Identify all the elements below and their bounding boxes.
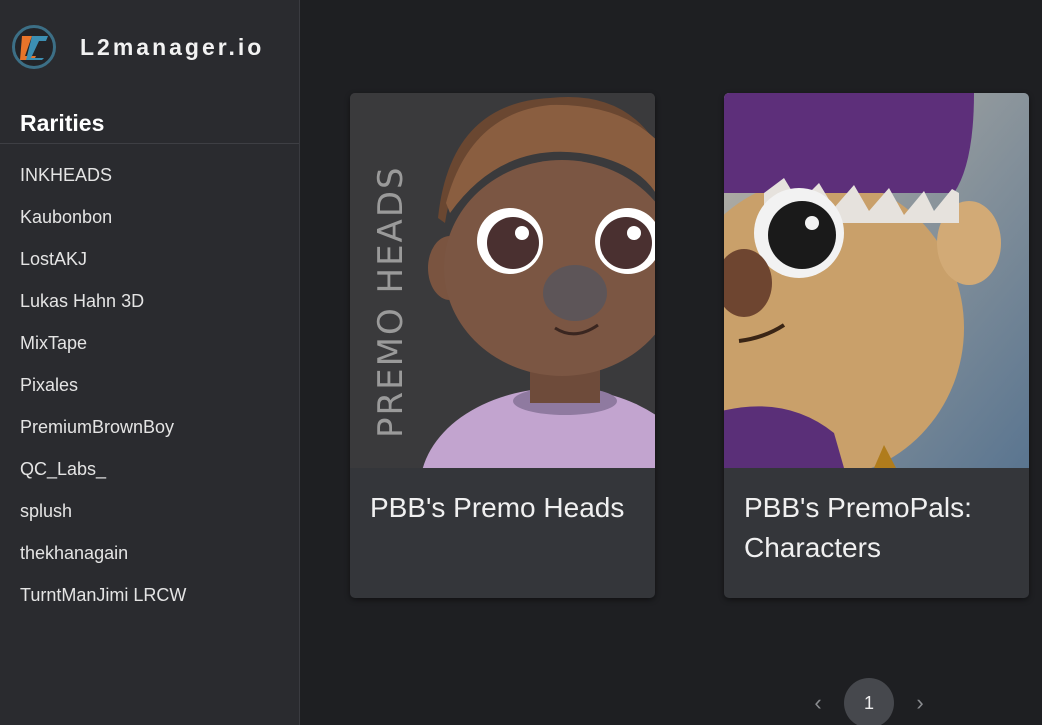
sidebar-item-pixales[interactable]: Pixales xyxy=(0,364,299,406)
sidebar-item-premiumbrownboy[interactable]: PremiumBrownBoy xyxy=(0,406,299,448)
sidebar-item-lukas-hahn-3d[interactable]: Lukas Hahn 3D xyxy=(0,280,299,322)
chevron-right-icon[interactable]: › xyxy=(902,678,938,725)
sidebar-item-splush[interactable]: splush xyxy=(0,490,299,532)
sidebar: L2manager.io Rarities INKHEADS Kaubonbon… xyxy=(0,0,300,725)
sidebar-item-lostakj[interactable]: LostAKJ xyxy=(0,238,299,280)
collection-card-premopals[interactable]: PBB's PremoPals: Characters xyxy=(724,93,1029,598)
sidebar-item-qc-labs[interactable]: QC_Labs_ xyxy=(0,448,299,490)
sidebar-item-kaubonbon[interactable]: Kaubonbon xyxy=(0,196,299,238)
svg-text:PREMO HEADS: PREMO HEADS xyxy=(371,165,411,438)
premo-heads-character-image: PREMO HEADS xyxy=(350,93,655,468)
sidebar-item-inkheads[interactable]: INKHEADS xyxy=(0,154,299,196)
l2-logo-icon xyxy=(12,25,56,69)
collection-title: PBB's PremoPals: Characters xyxy=(744,492,972,563)
rarities-nav: INKHEADS Kaubonbon LostAKJ Lukas Hahn 3D… xyxy=(0,154,299,616)
pagination: ‹ 1 › xyxy=(800,678,938,725)
sidebar-item-turntmanjimi-lrcw[interactable]: TurntManJimi LRCW xyxy=(0,574,299,616)
sidebar-item-thekhanagain[interactable]: thekhanagain xyxy=(0,532,299,574)
rarities-heading: Rarities xyxy=(20,110,105,136)
chevron-left-icon[interactable]: ‹ xyxy=(800,678,836,725)
divider xyxy=(0,143,299,144)
sidebar-item-mixtape[interactable]: MixTape xyxy=(0,322,299,364)
collection-title: PBB's Premo Heads xyxy=(370,492,625,523)
collection-card-premo-heads[interactable]: PREMO HEADS PBB's Premo Heads xyxy=(350,93,655,598)
page-button-current[interactable]: 1 xyxy=(844,678,894,725)
premopals-character-image xyxy=(724,93,1029,468)
brand[interactable]: L2manager.io xyxy=(12,25,264,69)
brand-name: L2manager.io xyxy=(80,33,265,60)
